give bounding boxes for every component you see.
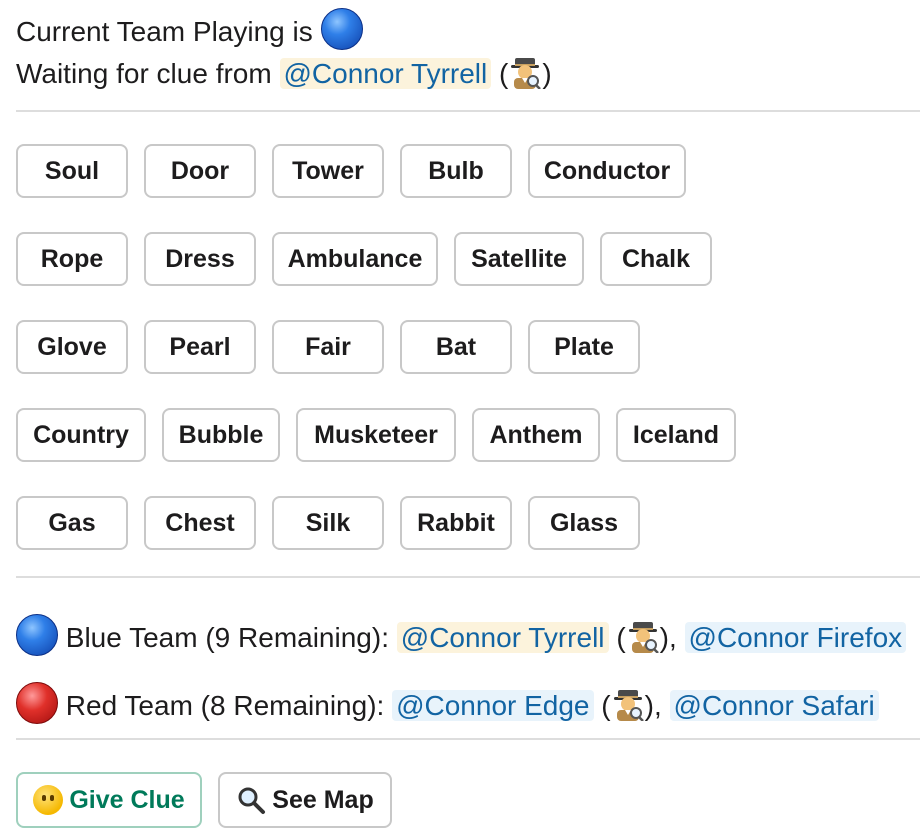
blue-team-label: Blue Team (9 Remaining): [65, 622, 389, 653]
current-team-text: Current Team Playing is [16, 16, 313, 47]
word-button[interactable]: Fair [272, 320, 384, 374]
word-button[interactable]: Tower [272, 144, 384, 198]
blue-member-mention[interactable]: @Connor Firefox [684, 622, 907, 653]
word-button[interactable]: Bubble [162, 408, 280, 462]
paren-open: ( [499, 58, 509, 89]
word-button[interactable]: Dress [144, 232, 256, 286]
word-button[interactable]: Chalk [600, 232, 712, 286]
word-button[interactable]: Glove [16, 320, 128, 374]
word-button[interactable]: Plate [528, 320, 640, 374]
word-button[interactable]: Iceland [616, 408, 736, 462]
waiting-line: Waiting for clue from @Connor Tyrrell () [16, 54, 552, 94]
word-button[interactable]: Rope [16, 232, 128, 286]
give-clue-label: Give Clue [69, 785, 185, 814]
word-button[interactable]: Musketeer [296, 408, 456, 462]
blue-circle-icon [16, 614, 58, 656]
clue-giver-mention[interactable]: @Connor Tyrrell [279, 58, 492, 89]
magnifying-glass-icon [236, 785, 266, 815]
word-button[interactable]: Bulb [400, 144, 512, 198]
word-button[interactable]: Pearl [144, 320, 256, 374]
detective-icon [508, 55, 542, 89]
word-button[interactable]: Silk [272, 496, 384, 550]
give-clue-button[interactable]: Give Clue [16, 772, 202, 828]
current-team-line: Current Team Playing is [16, 8, 363, 52]
red-member-mention[interactable]: @Connor Safari [669, 690, 879, 721]
divider-top [16, 110, 920, 112]
detective-icon [611, 687, 645, 721]
word-button[interactable]: Satellite [454, 232, 584, 286]
thinking-face-icon [33, 785, 64, 815]
word-button[interactable]: Soul [16, 144, 128, 198]
paren-open: ( [601, 690, 611, 721]
divider-bottom [16, 738, 920, 740]
word-button[interactable]: Gas [16, 496, 128, 550]
waiting-text: Waiting for clue from [16, 58, 272, 89]
divider-middle [16, 576, 920, 578]
blue-circle-icon [320, 8, 363, 50]
paren-close: ) [542, 58, 552, 89]
word-button[interactable]: Chest [144, 496, 256, 550]
word-button[interactable]: Country [16, 408, 146, 462]
blue-spymaster-mention[interactable]: @Connor Tyrrell [396, 622, 609, 653]
word-button[interactable]: Ambulance [272, 232, 438, 286]
red-team-line: Red Team (8 Remaining): @Connor Edge (),… [16, 682, 879, 726]
paren-close: ), [659, 622, 677, 653]
see-map-label: See Map [272, 785, 374, 814]
blue-team-line: Blue Team (9 Remaining): @Connor Tyrrell… [16, 614, 907, 658]
paren-open: ( [616, 622, 626, 653]
word-button[interactable]: Conductor [528, 144, 686, 198]
red-team-label: Red Team (8 Remaining): [65, 690, 385, 721]
word-button[interactable]: Door [144, 144, 256, 198]
red-circle-icon [16, 682, 58, 724]
word-button[interactable]: Bat [400, 320, 512, 374]
word-button[interactable]: Anthem [472, 408, 600, 462]
red-spymaster-mention[interactable]: @Connor Edge [392, 690, 594, 721]
word-button[interactable]: Glass [528, 496, 640, 550]
word-button[interactable]: Rabbit [400, 496, 512, 550]
see-map-button[interactable]: See Map [218, 772, 392, 828]
detective-icon [626, 619, 660, 653]
paren-close: ), [644, 690, 662, 721]
